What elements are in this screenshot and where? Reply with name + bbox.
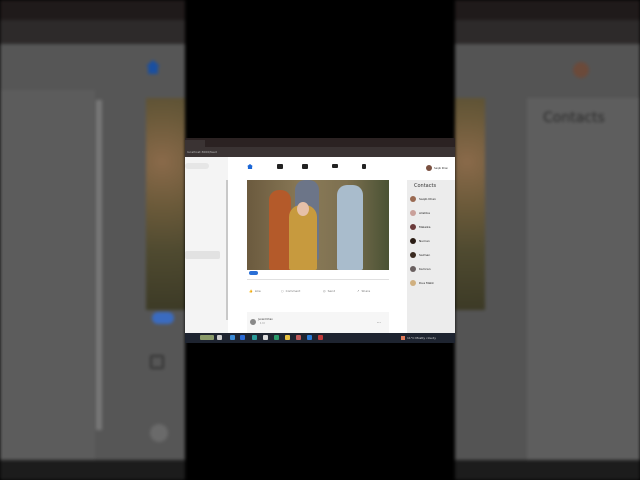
browser-tab-bar: [185, 138, 455, 147]
sidebar-item-selected[interactable]: [185, 251, 220, 259]
weather-widget[interactable]: 11°C Mostly cloudy: [401, 336, 436, 340]
next-post-card: Junaid Khan 1 hr ···: [247, 312, 389, 333]
post-time: 1 hr: [260, 322, 265, 325]
avatar: [410, 210, 416, 216]
post-image: [247, 180, 389, 270]
left-sidebar: [185, 157, 228, 333]
taskview-icon[interactable]: [217, 335, 222, 340]
post-author[interactable]: Junaid Khan: [258, 318, 273, 321]
reaction-icons[interactable]: [249, 271, 258, 275]
avatar: [410, 252, 416, 258]
contact-item[interactable]: Numan: [410, 238, 430, 244]
groups-icon[interactable]: [332, 164, 338, 168]
app-icon[interactable]: [230, 335, 235, 340]
thumbs-up-icon: 👍: [249, 289, 253, 293]
share-button[interactable]: ↗ Share: [357, 289, 370, 293]
app-icon[interactable]: [263, 335, 268, 340]
comment-button[interactable]: ○ Comment: [281, 289, 300, 293]
contacts-panel: Contacts Saqib Khan Alishba Malaika Numa…: [407, 180, 455, 333]
profile-button[interactable]: Saqib Khan: [426, 165, 448, 171]
contact-item[interactable]: Saqib Khan: [410, 196, 436, 202]
contact-item[interactable]: Dua Malik: [410, 280, 434, 286]
avatar: [410, 224, 416, 230]
taskbar: 11°C Mostly cloudy: [185, 333, 455, 343]
divider: [247, 279, 389, 280]
whatsapp-icon[interactable]: [274, 335, 279, 340]
user-name: Saqib Khan: [434, 166, 449, 170]
avatar: [410, 266, 416, 272]
send-button[interactable]: ◎ Send: [323, 289, 335, 293]
gaming-icon[interactable]: [362, 164, 366, 169]
author-avatar: [250, 319, 256, 325]
explorer-icon[interactable]: [285, 335, 290, 340]
share-icon: ↗: [357, 289, 360, 293]
address-bar[interactable]: localhost:3000/feed: [185, 147, 455, 157]
contact-item[interactable]: Salman: [410, 252, 430, 258]
background-right: Contacts: [455, 0, 640, 480]
video-icon[interactable]: [277, 164, 283, 169]
app-window: localhost:3000/feed Saqib Khan 👍 Like ○ Co…: [185, 138, 455, 343]
avatar: [410, 196, 416, 202]
marketplace-icon[interactable]: [302, 164, 308, 169]
background-left: [0, 0, 185, 480]
scrollbar[interactable]: [226, 180, 228, 320]
weather-icon: [401, 336, 405, 340]
contact-item[interactable]: Malaika: [410, 224, 430, 230]
vscode-icon[interactable]: [307, 335, 312, 340]
widget-icon[interactable]: [200, 335, 214, 340]
app-icon[interactable]: [318, 335, 323, 340]
more-options-icon[interactable]: ···: [377, 320, 381, 325]
contact-item[interactable]: Kamran: [410, 266, 431, 272]
avatar: [426, 165, 432, 171]
send-icon: ◎: [323, 289, 326, 293]
app-icon[interactable]: [240, 335, 245, 340]
search-input[interactable]: [185, 163, 209, 169]
edge-icon[interactable]: [252, 335, 257, 340]
comment-icon: ○: [281, 289, 284, 293]
app-icon[interactable]: [296, 335, 301, 340]
contacts-title: Contacts: [414, 183, 437, 189]
url-text: localhost:3000/feed: [187, 150, 217, 154]
like-button[interactable]: 👍 Like: [249, 289, 261, 293]
avatar: [410, 238, 416, 244]
avatar: [410, 280, 416, 286]
contact-item[interactable]: Alishba: [410, 210, 430, 216]
home-icon[interactable]: [247, 164, 253, 169]
